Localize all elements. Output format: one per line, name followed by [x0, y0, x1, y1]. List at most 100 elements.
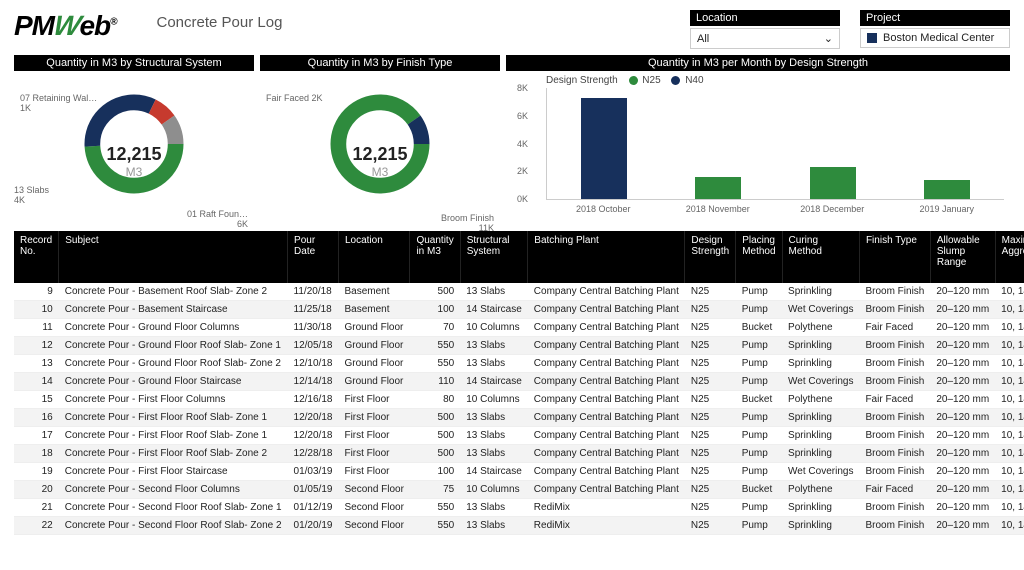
col-header[interactable]: Placing Method	[736, 231, 782, 283]
bar-n25[interactable]	[810, 167, 856, 199]
cell: Polythene	[782, 481, 859, 499]
slice-value-broom: 11K	[479, 223, 494, 233]
y-tick: 4K	[517, 139, 528, 149]
cell: Broom Finish	[859, 373, 930, 391]
cell: Sprinkling	[782, 283, 859, 301]
cell: 20–120 mm	[930, 301, 995, 319]
cell: RediMix	[528, 517, 685, 535]
cell: First Floor	[338, 463, 409, 481]
cell: 20–120 mm	[930, 337, 995, 355]
cell: Ground Floor	[338, 319, 409, 337]
cell: 10, 14 or 20 mm	[995, 499, 1024, 517]
cell: 10 Columns	[460, 391, 528, 409]
cell: Sprinkling	[782, 499, 859, 517]
project-value[interactable]: Boston Medical Center	[860, 28, 1010, 48]
table-row[interactable]: 9Concrete Pour - Basement Roof Slab- Zon…	[14, 283, 1024, 301]
cell: Company Central Batching Plant	[528, 301, 685, 319]
cell: 12/20/18	[288, 409, 339, 427]
slice-label-retaining: 07 Retaining Wal…	[20, 93, 97, 103]
bar-n40[interactable]	[581, 98, 627, 199]
pour-log-table: Record No.SubjectPour DateLocationQuanti…	[14, 231, 1010, 535]
cell: Pump	[736, 283, 782, 301]
cell: 10, 14 or 20 mm	[995, 391, 1024, 409]
cell: Sprinkling	[782, 409, 859, 427]
bar-n25[interactable]	[924, 180, 970, 199]
col-header[interactable]: Batching Plant	[528, 231, 685, 283]
cell: Concrete Pour - Basement Roof Slab- Zone…	[59, 283, 288, 301]
bar-body[interactable]: Design Strength N25 N40 0K2K4K6K8K 2018 …	[506, 71, 1010, 221]
cell: Concrete Pour - Second Floor Roof Slab- …	[59, 517, 288, 535]
cell: Fair Faced	[859, 481, 930, 499]
cell: 10, 14 or 20 mm	[995, 409, 1024, 427]
col-header[interactable]: Allowable Slump Range	[930, 231, 995, 283]
cell: Concrete Pour - Ground Floor Columns	[59, 319, 288, 337]
x-label: 2019 January	[890, 204, 1005, 214]
cell: 14 Staircase	[460, 463, 528, 481]
col-header[interactable]: Design Strength	[685, 231, 736, 283]
table-row[interactable]: 14Concrete Pour - Ground Floor Staircase…	[14, 373, 1024, 391]
cell: 11	[14, 319, 59, 337]
table-row[interactable]: 20Concrete Pour - Second Floor Columns01…	[14, 481, 1024, 499]
table-row[interactable]: 13Concrete Pour - Ground Floor Roof Slab…	[14, 355, 1024, 373]
table-row[interactable]: 22Concrete Pour - Second Floor Roof Slab…	[14, 517, 1024, 535]
cell: Broom Finish	[859, 427, 930, 445]
cell: Sprinkling	[782, 427, 859, 445]
cell: Ground Floor	[338, 355, 409, 373]
bar-n25[interactable]	[695, 177, 741, 199]
cell: Second Floor	[338, 481, 409, 499]
cell: Pump	[736, 373, 782, 391]
col-header[interactable]: Finish Type	[859, 231, 930, 283]
donut-area[interactable]: 12,215 M3 07 Retaining Wal… 1K 13 Slabs …	[14, 89, 254, 239]
cell: First Floor	[338, 427, 409, 445]
table-row[interactable]: 10Concrete Pour - Basement Staircase11/2…	[14, 301, 1024, 319]
table-row[interactable]: 12Concrete Pour - Ground Floor Roof Slab…	[14, 337, 1024, 355]
cell: 550	[410, 337, 460, 355]
cell: 500	[410, 409, 460, 427]
table-row[interactable]: 19Concrete Pour - First Floor Staircase0…	[14, 463, 1024, 481]
cell: N25	[685, 463, 736, 481]
cell: Pump	[736, 301, 782, 319]
cell: Polythene	[782, 319, 859, 337]
cell: 14 Staircase	[460, 373, 528, 391]
cell: Pump	[736, 463, 782, 481]
col-header[interactable]: Curing Method	[782, 231, 859, 283]
y-tick: 6K	[517, 111, 528, 121]
cell: 01/05/19	[288, 481, 339, 499]
cell: Company Central Batching Plant	[528, 283, 685, 301]
cell: 11/30/18	[288, 319, 339, 337]
donut-unit: M3	[14, 165, 254, 179]
table-row[interactable]: 16Concrete Pour - First Floor Roof Slab-…	[14, 409, 1024, 427]
donut-area[interactable]: 12,215 M3 Fair Faced 2K Broom Finish 11K	[260, 89, 500, 239]
slice-label-fairfaced: Fair Faced 2K	[266, 93, 323, 103]
cell: Bucket	[736, 391, 782, 409]
location-dropdown[interactable]: All ⌄	[690, 28, 840, 49]
table-row[interactable]: 21Concrete Pour - Second Floor Roof Slab…	[14, 499, 1024, 517]
cell: Pump	[736, 355, 782, 373]
donut-center: 12,215 M3	[14, 144, 254, 179]
table-row[interactable]: 18Concrete Pour - First Floor Roof Slab-…	[14, 445, 1024, 463]
cell: 500	[410, 283, 460, 301]
filter-project: Project Boston Medical Center	[860, 10, 1010, 49]
logo-pm: PM	[14, 10, 54, 41]
cell: Company Central Batching Plant	[528, 481, 685, 499]
table-row[interactable]: 15Concrete Pour - First Floor Columns12/…	[14, 391, 1024, 409]
table-row[interactable]: 17Concrete Pour - First Floor Roof Slab-…	[14, 427, 1024, 445]
location-value: All	[697, 33, 709, 45]
cell: N25	[685, 283, 736, 301]
table-body: 9Concrete Pour - Basement Roof Slab- Zon…	[14, 283, 1024, 535]
cell: 12/20/18	[288, 427, 339, 445]
x-label: 2018 October	[546, 204, 661, 214]
cell: Company Central Batching Plant	[528, 337, 685, 355]
cell: 10, 14 or 20 mm	[995, 517, 1024, 535]
cell: Concrete Pour - Ground Floor Roof Slab- …	[59, 355, 288, 373]
cell: 100	[410, 463, 460, 481]
cell: Company Central Batching Plant	[528, 355, 685, 373]
col-header[interactable]: Maximum Aggregate Size	[995, 231, 1024, 283]
cell: Wet Coverings	[782, 301, 859, 319]
table-row[interactable]: 11Concrete Pour - Ground Floor Columns11…	[14, 319, 1024, 337]
cell: 20–120 mm	[930, 409, 995, 427]
legend-chip-n40	[671, 76, 680, 85]
cell: 12/05/18	[288, 337, 339, 355]
cell: 14	[14, 373, 59, 391]
cell: 10, 14 or 20 mm	[995, 427, 1024, 445]
